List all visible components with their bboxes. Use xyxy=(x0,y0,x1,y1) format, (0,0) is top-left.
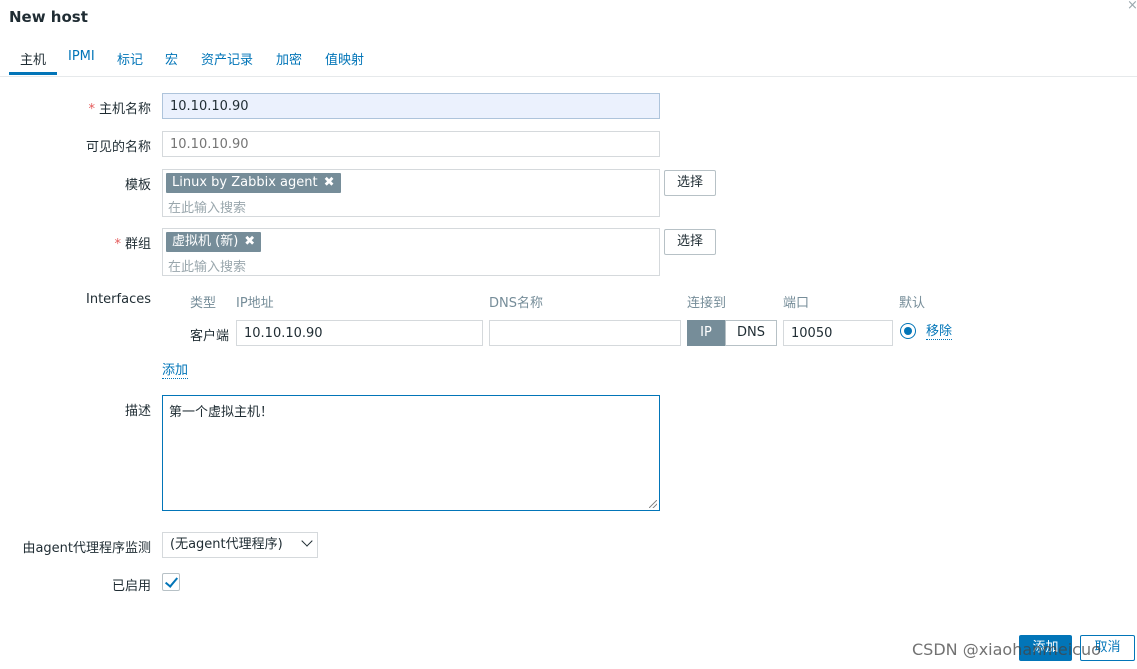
active-tab-indicator xyxy=(9,72,57,75)
templates-multiselect[interactable]: Linux by Zabbix agent ✖ 在此输入搜索 xyxy=(162,169,660,217)
tab-host[interactable]: 主机 xyxy=(20,49,46,68)
remove-interface-link[interactable]: 移除 xyxy=(926,324,953,340)
chevron-down-icon xyxy=(301,535,313,547)
tab-value-mapping[interactable]: 值映射 xyxy=(325,49,364,68)
connect-ip-toggle[interactable]: IP xyxy=(687,320,725,346)
column-dns: DNS名称 xyxy=(489,296,543,311)
groups-multiselect[interactable]: 虚拟机 (新) ✖ 在此输入搜索 xyxy=(162,228,660,276)
tab-encryption[interactable]: 加密 xyxy=(276,49,302,68)
remove-chip-icon[interactable]: ✖ xyxy=(324,173,335,193)
required-mark: * xyxy=(114,237,121,252)
description-textarea[interactable]: 第一个虚拟主机！ xyxy=(162,395,660,511)
host-name-input[interactable] xyxy=(162,93,660,119)
required-mark: * xyxy=(88,102,95,117)
watermark: CSDN @xiaohanmeicuo xyxy=(912,640,1101,659)
tab-inventory[interactable]: 资产记录 xyxy=(201,49,253,68)
column-connect-to: 连接到 xyxy=(687,296,727,311)
tab-bar: 主机 IPMI 标记 宏 资产记录 加密 值映射 xyxy=(0,44,1137,77)
host-name-label: * 主机名称 xyxy=(88,102,151,117)
templates-search-input[interactable]: 在此输入搜索 xyxy=(168,197,246,216)
proxy-selected-value: (无agent代理程序) xyxy=(170,537,283,552)
description-label: 描述 xyxy=(124,404,151,419)
dialog-title: New host xyxy=(9,8,88,26)
interfaces-label: Interfaces xyxy=(86,292,151,307)
add-interface-link[interactable]: 添加 xyxy=(162,363,189,379)
proxy-label: 由agent代理程序监测 xyxy=(22,541,151,556)
connect-dns-toggle[interactable]: DNS xyxy=(725,320,777,346)
interface-type: 客户端 xyxy=(190,329,230,344)
templates-select-button[interactable]: 选择 xyxy=(664,170,716,196)
proxy-select[interactable]: (无agent代理程序) xyxy=(162,532,318,558)
groups-label: * 群组 xyxy=(114,237,151,252)
visible-name-label: 可见的名称 xyxy=(85,140,151,155)
tab-tags[interactable]: 标记 xyxy=(117,49,143,68)
column-port: 端口 xyxy=(783,296,810,311)
interface-port-input[interactable] xyxy=(783,320,893,346)
tab-ipmi[interactable]: IPMI xyxy=(68,49,95,64)
tab-macros[interactable]: 宏 xyxy=(165,49,178,68)
template-chip: Linux by Zabbix agent ✖ xyxy=(166,173,341,193)
interface-dns-input[interactable] xyxy=(489,320,681,346)
close-icon[interactable]: × xyxy=(1127,0,1137,13)
visible-name-input[interactable] xyxy=(162,131,660,157)
remove-chip-icon[interactable]: ✖ xyxy=(244,232,255,252)
column-type: 类型 xyxy=(190,296,217,311)
enabled-label: 已启用 xyxy=(111,579,151,594)
interface-ip-input[interactable] xyxy=(236,320,483,346)
column-default: 默认 xyxy=(899,296,926,311)
resize-grip-icon[interactable] xyxy=(649,500,657,508)
templates-label: 模板 xyxy=(124,178,151,193)
groups-select-button[interactable]: 选择 xyxy=(664,229,716,255)
enabled-checkbox[interactable] xyxy=(162,573,180,591)
description-text: 第一个虚拟主机！ xyxy=(169,405,274,420)
groups-search-input[interactable]: 在此输入搜索 xyxy=(168,256,246,275)
default-interface-radio[interactable] xyxy=(900,323,916,339)
group-chip: 虚拟机 (新) ✖ xyxy=(166,232,262,252)
column-ip: IP地址 xyxy=(236,296,274,311)
